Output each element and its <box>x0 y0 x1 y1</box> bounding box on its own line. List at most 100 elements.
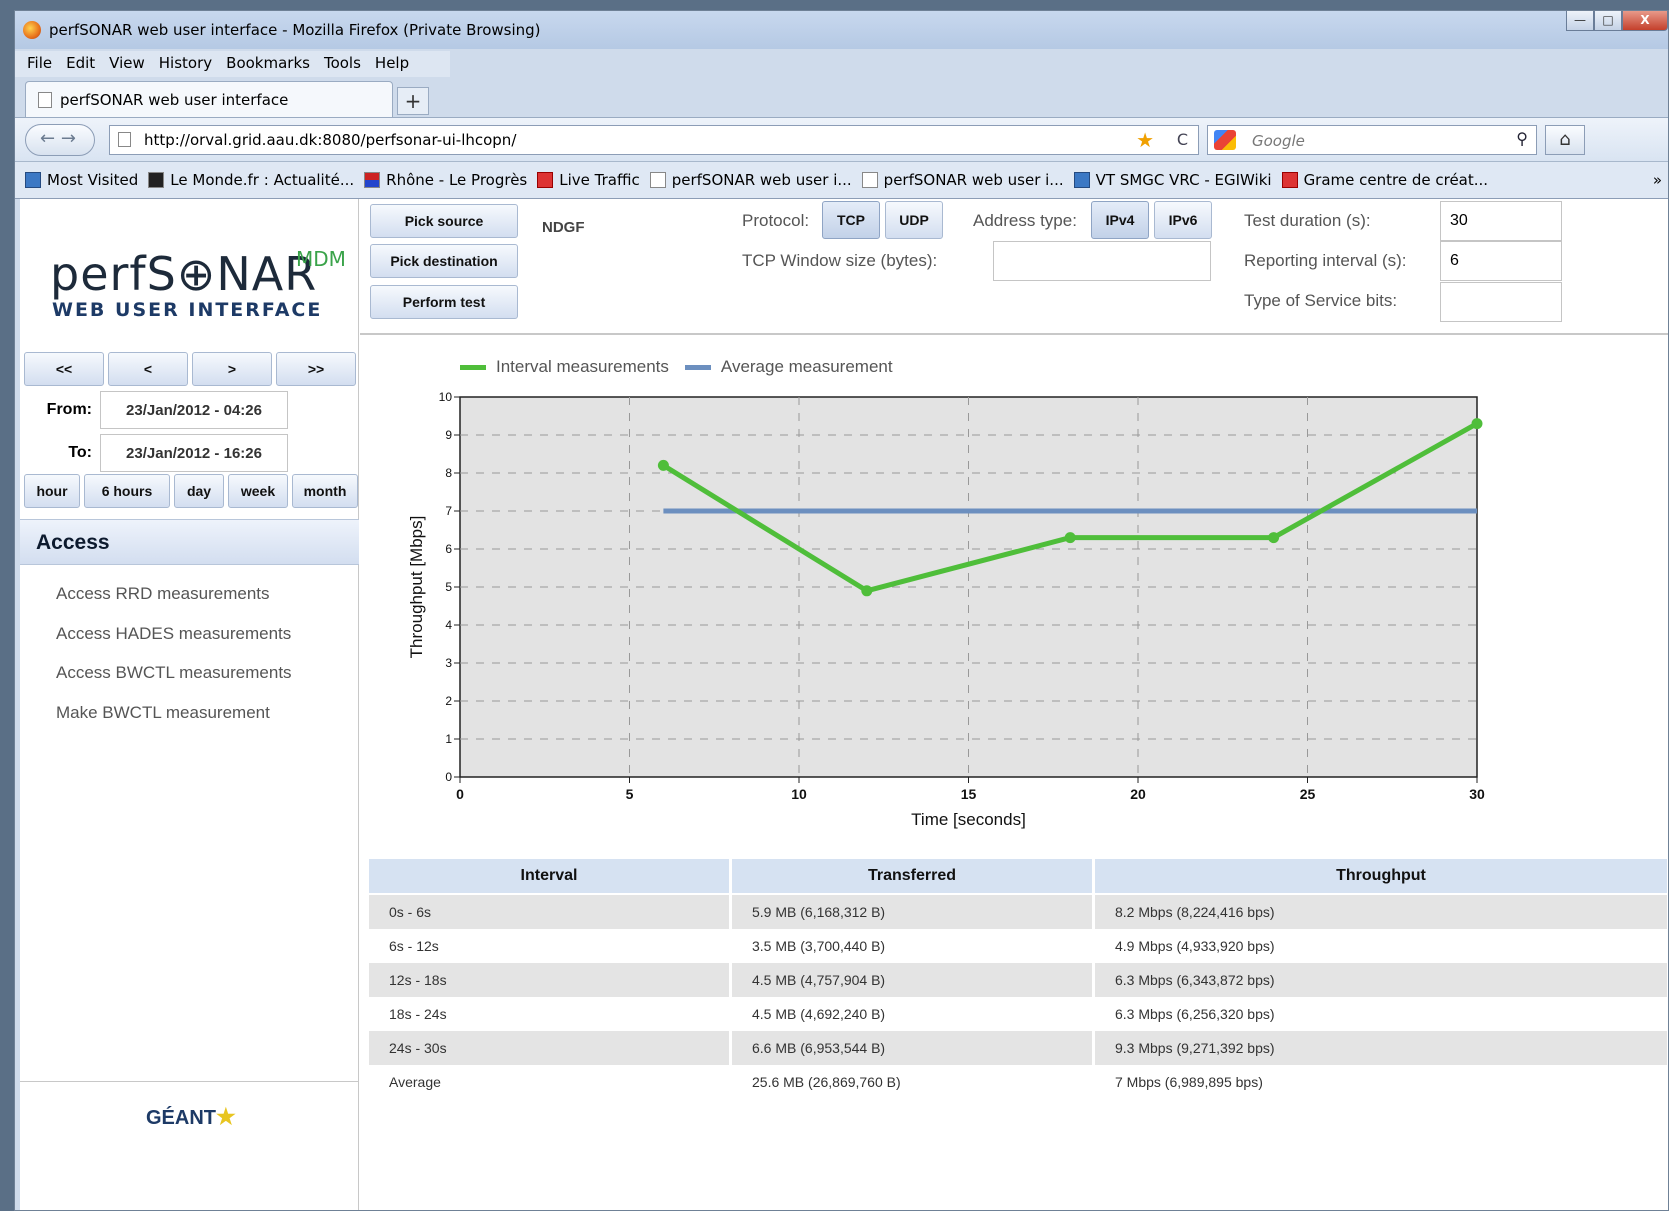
url-bar[interactable]: http://orval.grid.aau.dk:8080/perfsonar-… <box>109 125 1199 155</box>
access-bwctl-link[interactable]: Access BWCTL measurements <box>56 653 292 693</box>
period-6hours-button[interactable]: 6 hours <box>84 474 170 508</box>
url-text[interactable]: http://orval.grid.aau.dk:8080/perfsonar-… <box>144 131 516 149</box>
make-bwctl-link[interactable]: Make BWCTL measurement <box>56 693 292 733</box>
header-throughput: Throughput <box>1095 859 1667 895</box>
search-icon[interactable]: ⚲ <box>1516 129 1528 148</box>
search-placeholder[interactable]: Google <box>1252 132 1305 150</box>
tab-perfsonar[interactable]: perfSONAR web user interface <box>25 81 393 117</box>
perform-test-button[interactable]: Perform test <box>370 285 518 319</box>
bookmark-item[interactable]: perfSONAR web user i... <box>649 171 852 189</box>
period-hour-button[interactable]: hour <box>24 474 80 508</box>
access-hades-link[interactable]: Access HADES measurements <box>56 614 292 654</box>
table-row: 12s - 18s 4.5 MB (4,757,904 B) 6.3 Mbps … <box>369 963 1667 997</box>
period-day-button[interactable]: day <box>174 474 224 508</box>
bookmark-item[interactable]: Most Visited <box>25 171 138 189</box>
table-row: 6s - 12s 3.5 MB (3,700,440 B) 4.9 Mbps (… <box>369 929 1667 963</box>
page-icon <box>861 172 878 188</box>
interval-measurement-point <box>1064 532 1076 544</box>
page-icon <box>38 92 52 108</box>
reload-icon[interactable]: C <box>1177 130 1188 149</box>
next-button[interactable]: > <box>192 352 272 386</box>
bookmark-item[interactable]: perfSONAR web user i... <box>861 171 1064 189</box>
pick-destination-button[interactable]: Pick destination <box>370 244 518 278</box>
back-arrow-icon[interactable]: ← <box>40 128 55 149</box>
home-button[interactable]: ⌂ <box>1545 125 1585 155</box>
menu-file[interactable]: File <box>21 51 58 77</box>
close-button[interactable]: X <box>1622 11 1668 31</box>
to-row: To: 23/Jan/2012 - 16:26 <box>24 434 288 472</box>
period-buttons: hour 6 hours day week month <box>24 474 358 508</box>
test-duration-input[interactable]: 30 <box>1440 201 1562 241</box>
reporting-interval-input[interactable]: 6 <box>1440 241 1562 281</box>
maximize-button[interactable]: □ <box>1594 11 1622 31</box>
bookmark-item[interactable]: Grame centre de créat... <box>1281 171 1488 189</box>
tab-label: perfSONAR web user interface <box>60 91 289 109</box>
bookmark-label: perfSONAR web user i... <box>883 171 1064 189</box>
browser-window: perfSONAR web user interface - Mozilla F… <box>14 10 1669 1211</box>
x-tick-label: 20 <box>1130 786 1146 802</box>
udp-toggle[interactable]: UDP <box>885 201 943 239</box>
le-progres-icon <box>364 172 381 188</box>
interval-measurement-point <box>657 459 669 471</box>
bookmark-label: Rhône - Le Progrès <box>386 171 528 189</box>
minimize-button[interactable]: — <box>1566 11 1594 31</box>
perfsonar-logo: perfS⊕NAR <box>50 247 318 301</box>
bookmark-star-icon[interactable]: ★ <box>1136 128 1154 152</box>
period-week-button[interactable]: week <box>228 474 288 508</box>
cell-transferred: 25.6 MB (26,869,760 B) <box>732 1065 1092 1099</box>
back-forward-buttons[interactable]: ← → <box>25 124 95 156</box>
ipv6-toggle[interactable]: IPv6 <box>1154 201 1212 239</box>
access-links: Access RRD measurements Access HADES mea… <box>56 574 292 732</box>
tcp-toggle[interactable]: TCP <box>822 201 880 239</box>
bookmark-item[interactable]: Live Traffic <box>537 171 640 189</box>
to-date-field[interactable]: 23/Jan/2012 - 16:26 <box>100 434 288 472</box>
last-page-button[interactable]: >> <box>276 352 356 386</box>
header-transferred: Transferred <box>732 859 1092 895</box>
menu-history[interactable]: History <box>153 51 218 77</box>
new-tab-button[interactable]: + <box>397 87 429 115</box>
x-tick-label: 0 <box>456 786 464 802</box>
from-date-field[interactable]: 23/Jan/2012 - 04:26 <box>100 391 288 429</box>
y-tick-label: 3 <box>445 656 452 670</box>
bookmark-item[interactable]: Rhône - Le Progrès <box>364 171 527 189</box>
bookmark-label: Le Monde.fr : Actualité... <box>170 171 355 189</box>
x-tick-label: 5 <box>626 786 634 802</box>
y-tick-label: 4 <box>445 618 452 632</box>
chart-svg: 0 1 2 3 4 5 6 7 8 9 10 0 5 10 15 20 25 30 Time [seconds] Th… <box>407 390 1485 829</box>
previous-button[interactable]: < <box>108 352 188 386</box>
tos-bits-input[interactable] <box>1440 282 1562 322</box>
bookmark-item[interactable]: Le Monde.fr : Actualité... <box>148 171 354 189</box>
cell-throughput: 4.9 Mbps (4,933,920 bps) <box>1095 929 1667 963</box>
pick-source-button[interactable]: Pick source <box>370 204 518 238</box>
ipv4-toggle[interactable]: IPv4 <box>1091 201 1149 239</box>
menu-help[interactable]: Help <box>369 51 415 77</box>
first-page-button[interactable]: << <box>24 352 104 386</box>
menu-edit[interactable]: Edit <box>60 51 101 77</box>
window-size-input[interactable] <box>993 241 1211 281</box>
period-month-button[interactable]: month <box>292 474 358 508</box>
bookmarks-overflow-icon[interactable]: » <box>1653 171 1668 189</box>
table-row: 18s - 24s 4.5 MB (4,692,240 B) 6.3 Mbps … <box>369 997 1667 1031</box>
grame-icon <box>1281 172 1298 188</box>
tos-bits-label: Type of Service bits: <box>1244 291 1398 310</box>
bookmark-item[interactable]: VT SMGC VRC - EGIWiki <box>1073 171 1272 189</box>
page-icon <box>118 132 131 147</box>
window-title: perfSONAR web user interface - Mozilla F… <box>49 21 541 39</box>
address-type-label: Address type: <box>973 211 1077 230</box>
bookmark-label: Live Traffic <box>559 171 640 189</box>
legend-swatch-average <box>684 364 711 370</box>
menu-view[interactable]: View <box>103 51 151 77</box>
google-icon[interactable] <box>1214 130 1236 150</box>
time-navigation: << < > >> <box>24 352 356 386</box>
window-size-label: TCP Window size (bytes): <box>742 251 938 270</box>
access-rrd-link[interactable]: Access RRD measurements <box>56 574 292 614</box>
menu-bookmarks[interactable]: Bookmarks <box>220 51 316 77</box>
tab-strip: perfSONAR web user interface + <box>15 79 1668 117</box>
forward-arrow-icon[interactable]: → <box>61 128 76 149</box>
bookmark-label: Most Visited <box>47 171 139 189</box>
search-bar[interactable]: Google ⚲ <box>1207 125 1537 155</box>
y-tick-label: 8 <box>445 466 452 480</box>
sidebar: perfS⊕NAR MDM WEB USER INTERFACE << < > … <box>20 199 359 1210</box>
menu-tools[interactable]: Tools <box>318 51 367 77</box>
menu-bar: File Edit View History Bookmarks Tools H… <box>15 51 450 77</box>
